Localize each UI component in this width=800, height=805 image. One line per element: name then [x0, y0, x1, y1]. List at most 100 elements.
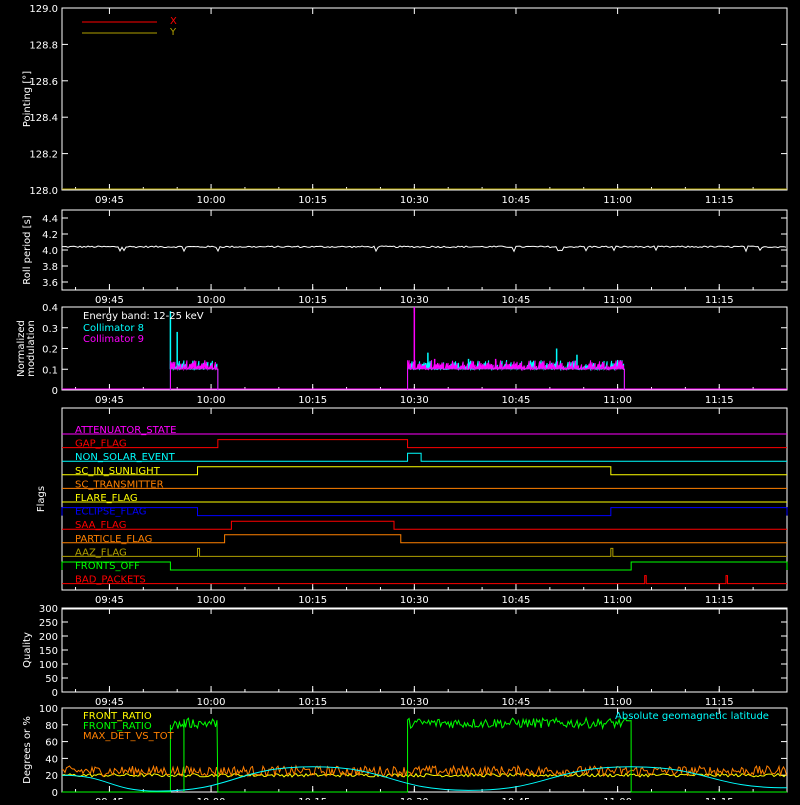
flags-xtick-label: 11:00: [603, 595, 632, 606]
roll-xtick-label: 10:45: [502, 295, 531, 306]
roll-xtick-label: 10:00: [197, 295, 226, 306]
flag-label: SC_TRANSMITTER: [75, 479, 164, 490]
roll-ylabel: Roll period [s]: [22, 215, 33, 284]
modulation-legend-label: Collimator 9: [83, 334, 144, 345]
quality-xtick-label: 11:15: [705, 697, 734, 708]
pointing-ytick-label: 128.0: [29, 186, 58, 197]
modulation-xtick-label: 10:45: [502, 395, 531, 406]
roll-xtick-label: 11:00: [603, 295, 632, 306]
flags-xtick-label: 09:45: [95, 595, 124, 606]
roll-xtick-label: 11:15: [705, 295, 734, 306]
pointing-ytick-label: 128.6: [29, 77, 58, 88]
ratios-ytick-label: 60: [45, 738, 58, 749]
ratios-ytick-label: 40: [45, 754, 58, 765]
roll-xtick-label: 10:30: [400, 295, 429, 306]
pointing-legend-label: X: [170, 16, 177, 27]
modulation-xtick-label: 10:15: [298, 395, 327, 406]
chart-figure: 09:45 10:00 10:15 10:30 10:45 11:00 11:15 128.0…: [0, 0, 800, 805]
roll-ytick-label: 4.4: [42, 214, 58, 225]
flag-label: PARTICLE_FLAG: [75, 534, 152, 545]
quality-ytick-label: 150: [39, 646, 58, 657]
flag-label: SAA_FLAG: [75, 520, 126, 531]
pointing-legend-label: Y: [169, 27, 177, 38]
flag-trace: [62, 466, 787, 476]
flag-label: FLARE_FLAG: [75, 493, 138, 504]
flags-ylabel: Flags: [36, 486, 47, 512]
flags-xtick-label: 10:30: [400, 595, 429, 606]
roll-ytick-label: 3.6: [42, 278, 58, 289]
ratios-series-line: [62, 716, 787, 793]
roll-series-line: [62, 245, 787, 253]
ratios-ytick-label: 0: [52, 788, 58, 799]
flags-xtick-label: 10:45: [502, 595, 531, 606]
pointing-ytick-label: 128.8: [29, 40, 58, 51]
pointing-xtick-label: 10:15: [298, 195, 327, 206]
modulation-annotation: Energy band: 12-25 keV: [83, 311, 204, 322]
quality-ytick-label: 200: [39, 632, 58, 643]
roll-ytick-label: 4.2: [42, 230, 58, 241]
modulation-ytick-label: 0: [52, 386, 58, 397]
roll-frame: [61, 209, 788, 291]
flag-trace: [62, 547, 787, 557]
ratios-ytick-label: 80: [45, 721, 58, 732]
flags-xtick-label: 10:15: [298, 595, 327, 606]
modulation-xtick-label: 10:30: [400, 395, 429, 406]
flag-trace: [62, 520, 787, 530]
modulation-ytick-label: 0.4: [42, 303, 58, 314]
quality-ytick-label: 100: [39, 660, 58, 671]
quality-xtick-label: 11:00: [603, 697, 632, 708]
flag-label: FRONTS_OFF: [75, 561, 140, 572]
flag-label: SC_IN_SUNLIGHT: [75, 466, 161, 477]
flag-label: AAZ_FLAG: [75, 547, 127, 558]
ratios-legend-label: MAX_DET_VS_TOT: [83, 731, 175, 742]
flags-xtick-label: 10:00: [197, 595, 226, 606]
pointing-xtick-label: 11:00: [603, 195, 632, 206]
quality-xtick-label: 10:00: [197, 697, 226, 708]
modulation-ylabel: modulation: [26, 320, 37, 377]
pointing-ylabel: Pointing [°]: [22, 71, 33, 127]
flag-trace: [61, 561, 788, 571]
quality-xtick-label: 10:30: [400, 697, 429, 708]
flags-xtick-label: 11:15: [705, 595, 734, 606]
pointing-ytick-label: 129.0: [29, 4, 58, 15]
flag-label: NON_SOLAR_EVENT: [75, 452, 176, 463]
pointing-xtick-label: 09:45: [95, 195, 124, 206]
modulation-xtick-label: 11:00: [603, 395, 632, 406]
pointing-xtick-label: 10:30: [400, 195, 429, 206]
quality-xtick-label: 10:15: [298, 697, 327, 708]
flag-label: BAD_PACKETS: [75, 575, 146, 586]
quality-ytick-label: 50: [45, 674, 58, 685]
flag-trace: [62, 534, 787, 544]
flag-label: GAP_FLAG: [75, 439, 127, 450]
flag-label: ECLIPSE_FLAG: [75, 507, 146, 518]
pointing-ytick-label: 128.4: [29, 113, 58, 124]
chart-canvas: 09:45 10:00 10:15 10:30 10:45 11:00 11:15 128.0…: [16, 4, 788, 805]
pointing-xtick-label: 10:45: [502, 195, 531, 206]
pointing-xtick-label: 10:00: [197, 195, 226, 206]
ratios-ytick-label: 20: [45, 771, 58, 782]
modulation-xtick-label: 10:00: [197, 395, 226, 406]
quality-xtick-label: 10:45: [502, 697, 531, 708]
quality-ytick-label: 0: [52, 688, 58, 699]
flag-trace: [62, 439, 787, 449]
pointing-ytick-label: 128.2: [29, 150, 58, 161]
roll-xtick-label: 09:45: [95, 295, 124, 306]
ratios-ytick-label: 100: [39, 704, 58, 715]
roll-ytick-label: 3.8: [42, 262, 58, 273]
ratios-annotation: Absolute geomagnetic latitude: [615, 711, 769, 722]
roll-ytick-label: 4.0: [42, 246, 58, 257]
quality-xtick-label: 09:45: [95, 697, 124, 708]
modulation-xtick-label: 11:15: [705, 395, 734, 406]
modulation-xtick-label: 09:45: [95, 395, 124, 406]
quality-ytick-label: 250: [39, 618, 58, 629]
flag-trace: [62, 575, 787, 585]
modulation-ytick-label: 0.2: [42, 345, 58, 356]
flag-label: ATTENUATOR_STATE: [75, 425, 176, 436]
modulation-ytick-label: 0.1: [42, 365, 58, 376]
roll-xtick-label: 10:15: [298, 295, 327, 306]
quality-ylabel: Quality: [22, 632, 33, 668]
ratios-ylabel: Degrees or %: [22, 716, 33, 784]
quality-ytick-label: 300: [39, 604, 58, 615]
modulation-ytick-label: 0.3: [42, 324, 58, 335]
modulation-legend-label: Collimator 8: [83, 323, 144, 334]
